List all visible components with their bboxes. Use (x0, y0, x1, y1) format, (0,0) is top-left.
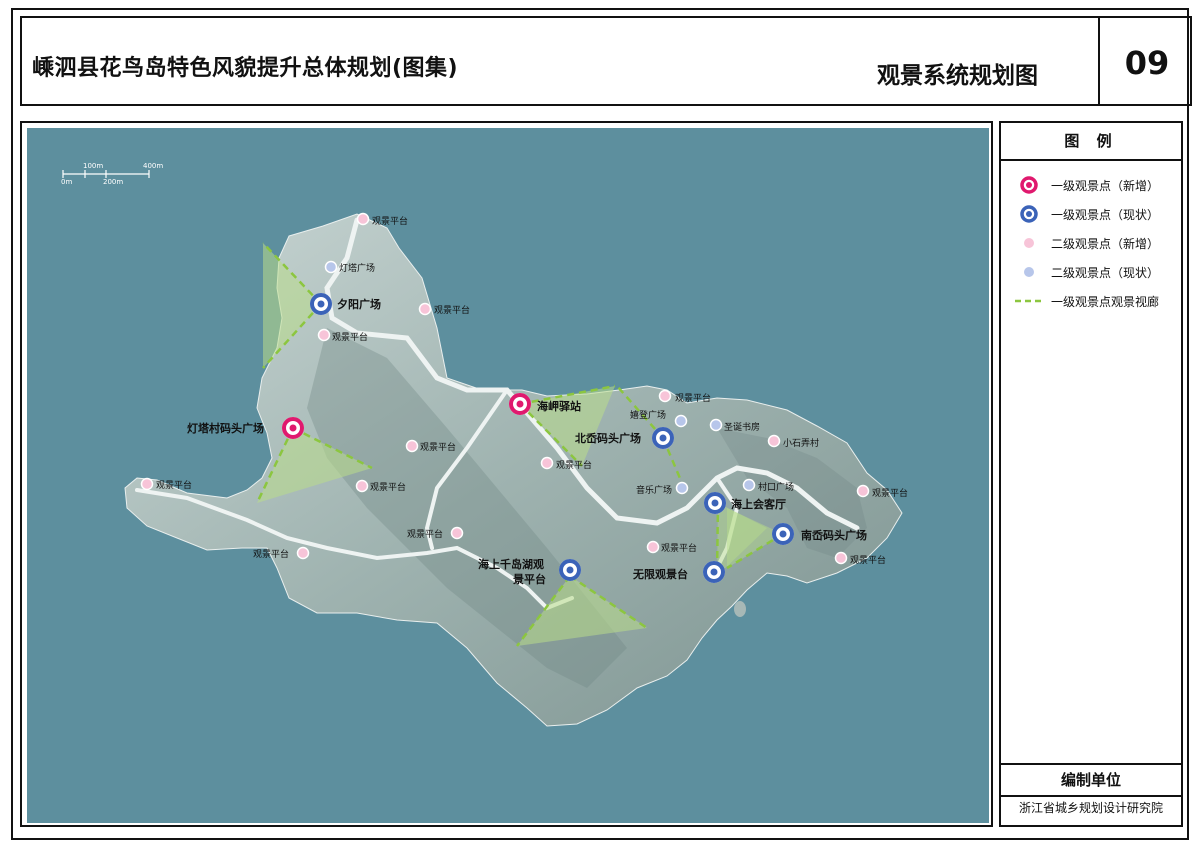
legend-item-primary-new: 一级观景点（新增） (1015, 175, 1159, 195)
map-frame: 100m 400m 0m 200m 夕阳广场 海岬驿站 灯塔村码头广场 北岙码头… (20, 121, 993, 827)
label-cunkou: 村口广场 (758, 483, 795, 493)
scale-label-0: 0m (61, 178, 73, 186)
primary-existing-marker[interactable] (559, 559, 581, 581)
label-guanjing: 观景平台 (156, 481, 193, 491)
label-shengdan: 圣诞书房 (724, 423, 761, 433)
label-guanjing: 观景平台 (332, 333, 369, 343)
label-xiaoshi: 小石弄村 (783, 439, 820, 449)
map-canvas: 100m 400m 0m 200m 夕阳广场 海岬驿站 灯塔村码头广场 北岙码头… (27, 128, 989, 823)
islet (734, 601, 746, 617)
label-huiketing: 海上会客厅 (731, 498, 786, 511)
label-guanjing: 观景平台 (253, 550, 290, 560)
primary-existing-marker[interactable] (772, 523, 794, 545)
corridor-line-icon (1015, 291, 1043, 311)
legend-label: 一级观景点观景视廊 (1051, 294, 1160, 309)
legend-title: 图 例 (1001, 123, 1181, 161)
label-yinyue: 音乐广场 (636, 486, 673, 496)
label-haijia: 海岬驿站 (537, 400, 581, 413)
scale-label-100: 100m (83, 162, 104, 170)
sheet-title: 观景系统规划图 (877, 63, 1038, 89)
primary-existing-marker[interactable] (652, 427, 674, 449)
legend-item-secondary-new: 二级观景点（新增） (1015, 233, 1159, 253)
legend-item-corridor: 一级观景点观景视廊 (1015, 291, 1159, 311)
primary-new-marker[interactable] (282, 417, 304, 439)
unit-heading: 编制单位 (1001, 763, 1181, 797)
label-guanjing: 观景平台 (407, 530, 444, 540)
label-guanjing: 观景平台 (434, 306, 471, 316)
label-guanjing: 观景平台 (370, 483, 407, 493)
legend-item-primary-existing: 一级观景点（现状） (1015, 204, 1159, 224)
primary-existing-marker[interactable] (310, 293, 332, 315)
label-beiao: 北岙码头广场 (575, 432, 641, 445)
label-dengta-matou: 灯塔村码头广场 (187, 422, 264, 435)
label-guanjing: 观景平台 (556, 461, 593, 471)
label-dengta-guangchang: 灯塔广场 (339, 264, 376, 274)
legend-panel: 图 例 一级观景点（新增） 一级观景点（现状） 二级观景点（新增） 二级观景点（… (999, 121, 1183, 827)
label-xideng: 嬉登广场 (630, 411, 667, 421)
sheet-number-box: 09 (1098, 18, 1194, 104)
label-guanjing: 观景平台 (872, 489, 909, 499)
primary-existing-marker[interactable] (704, 492, 726, 514)
plan-title: 嵊泗县花鸟岛特色风貌提升总体规划(图集) (32, 56, 459, 81)
label-nanao: 南岙码头广场 (801, 529, 867, 542)
label-wuxian: 无限观景台 (633, 568, 688, 581)
legend-label: 二级观景点（新增） (1051, 236, 1160, 251)
legend-label: 一级观景点（现状） (1051, 207, 1160, 222)
label-guanjing: 观景平台 (850, 556, 887, 566)
label-guanjing: 观景平台 (420, 443, 457, 453)
primary-new-marker[interactable] (509, 393, 531, 415)
legend-item-secondary-existing: 二级观景点（现状） (1015, 262, 1159, 282)
secondary-existing-icon (1015, 262, 1043, 282)
legend-label: 一级观景点（新增） (1051, 178, 1160, 193)
label-qiandaohu-2: 景平台 (513, 573, 546, 586)
primary-existing-icon (1015, 204, 1043, 224)
header: 嵊泗县花鸟岛特色风貌提升总体规划(图集) 观景系统规划图 09 (20, 16, 1192, 106)
label-guanjing: 观景平台 (372, 217, 409, 227)
sheet-number: 09 (1124, 44, 1170, 82)
legend-label: 二级观景点（现状） (1051, 265, 1160, 280)
primary-new-icon (1015, 175, 1043, 195)
label-guanjing: 观景平台 (675, 394, 712, 404)
unit-name: 浙江省城乡规划设计研究院 (1018, 801, 1163, 815)
label-guanjing: 观景平台 (661, 544, 698, 554)
scale-bar (62, 170, 150, 178)
secondary-new-icon (1015, 233, 1043, 253)
primary-existing-marker[interactable] (703, 561, 725, 583)
label-qiandaohu-1: 海上千岛湖观 (478, 558, 544, 571)
label-xiyang: 夕阳广场 (337, 298, 381, 311)
island-map (62, 170, 903, 727)
scale-label-400: 400m (143, 162, 164, 170)
scale-label-200: 200m (103, 178, 124, 186)
